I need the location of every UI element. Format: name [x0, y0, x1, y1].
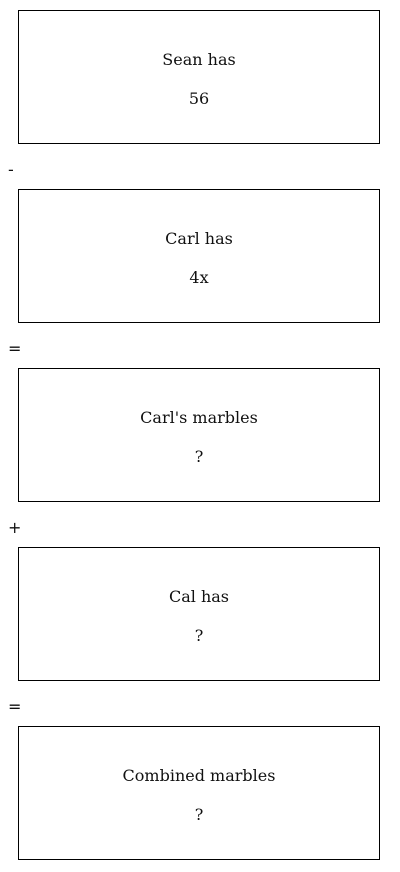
carl-box: Carl has 4x	[18, 189, 380, 323]
minus-operator: -	[8, 160, 14, 179]
combined-marbles-value: ?	[194, 805, 204, 824]
carl-label: Carl has	[165, 229, 233, 248]
combined-marbles-box: Combined marbles ?	[18, 726, 380, 860]
carls-marbles-label: Carl's marbles	[140, 408, 258, 427]
carls-marbles-box: Carl's marbles ?	[18, 368, 380, 502]
sean-value: 56	[188, 89, 210, 108]
equals-operator-2: =	[8, 697, 22, 716]
cal-box: Cal has ?	[18, 547, 380, 681]
sean-box: Sean has 56	[18, 10, 380, 144]
plus-operator: +	[8, 518, 22, 537]
carls-marbles-value: ?	[194, 447, 204, 466]
carl-value: 4x	[189, 268, 209, 287]
sean-label: Sean has	[162, 50, 236, 69]
cal-label: Cal has	[168, 587, 230, 606]
combined-marbles-label: Combined marbles	[122, 766, 276, 785]
cal-value: ?	[194, 626, 204, 645]
equals-operator-1: =	[8, 339, 22, 358]
